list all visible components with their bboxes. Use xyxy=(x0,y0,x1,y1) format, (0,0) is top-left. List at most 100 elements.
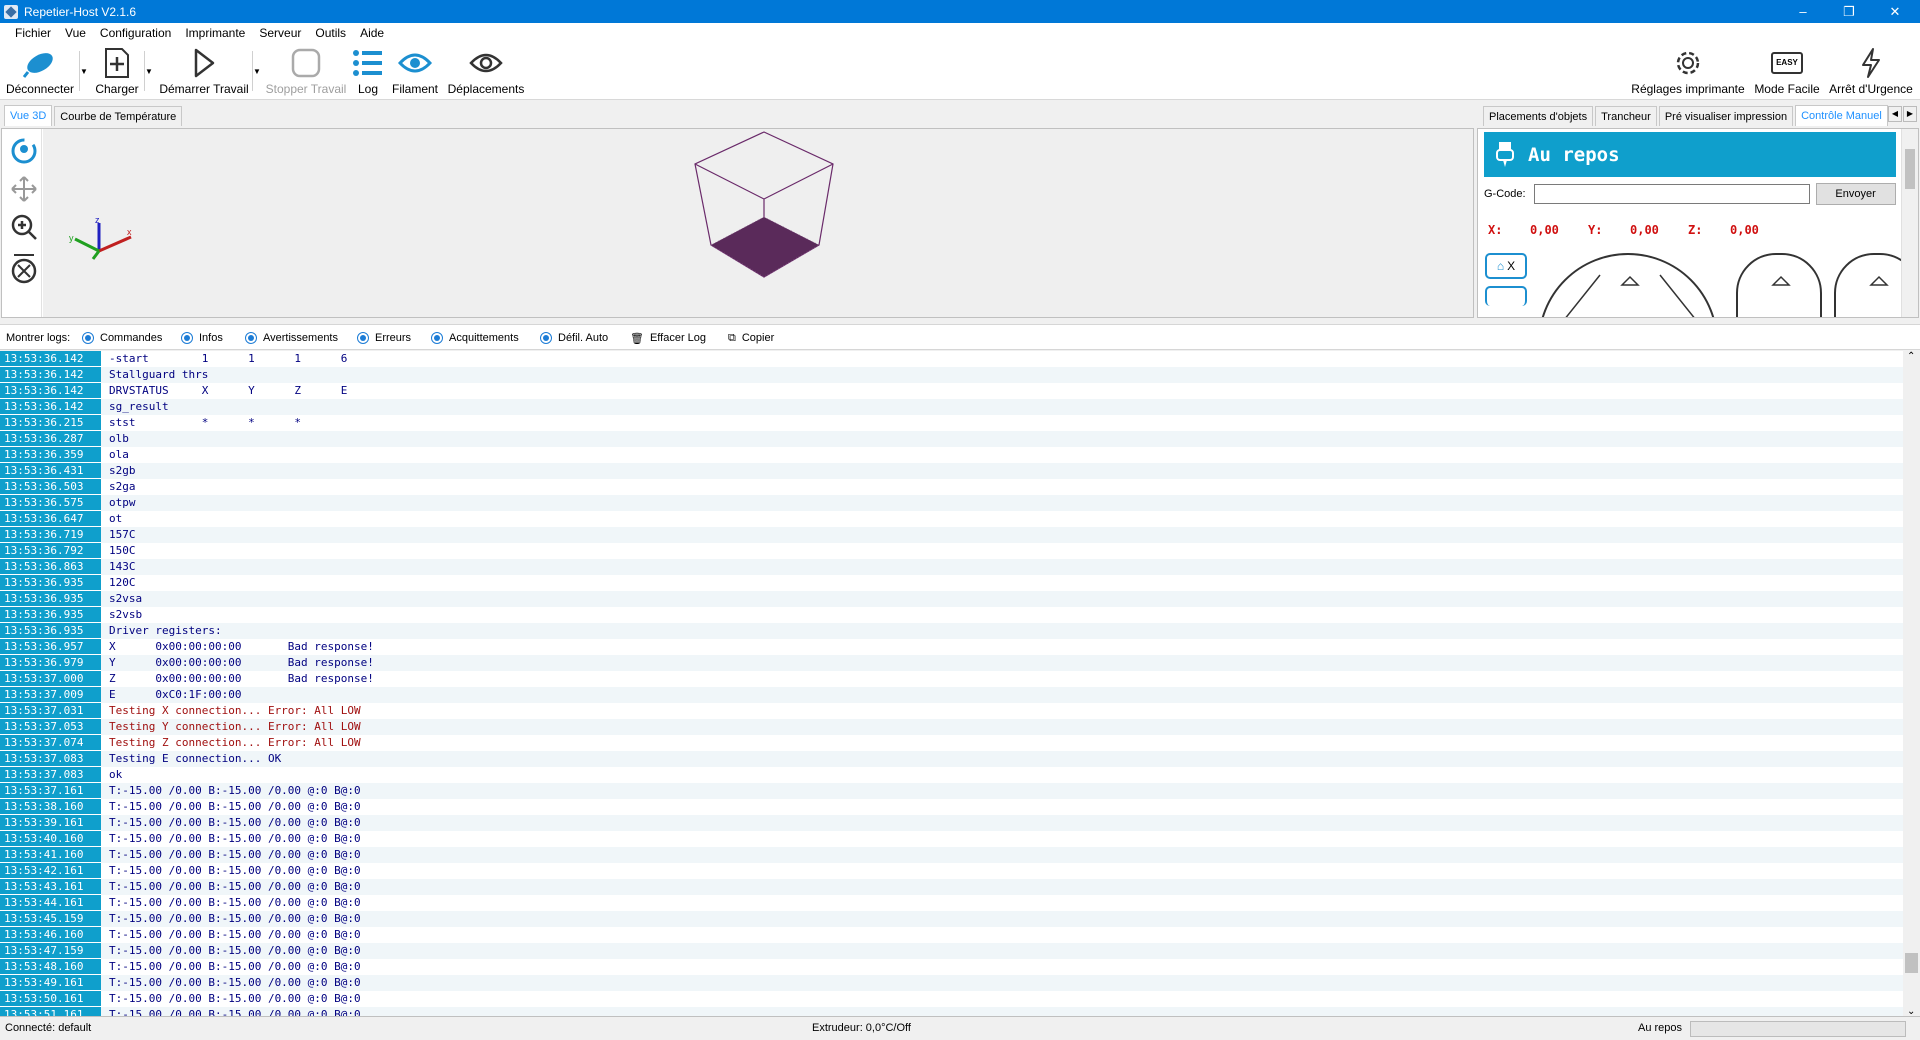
extruder-status: Extrudeur: 0,0°C/Off xyxy=(812,1022,911,1034)
log-message: T:-15.00 /0.00 B:-15.00 /0.00 @:0 B@:0 xyxy=(109,1008,361,1017)
toggle-errors[interactable]: Erreurs xyxy=(357,329,411,347)
moves-button[interactable]: Déplacements xyxy=(446,45,526,99)
log-message: DRVSTATUS X Y Z E xyxy=(109,384,348,397)
close-button[interactable]: ✕ xyxy=(1872,0,1918,23)
toggle-infos[interactable]: Infos xyxy=(181,329,223,347)
log-message: E 0xC0:1F:00:00 xyxy=(109,688,242,701)
emergency-stop-button[interactable]: Arrêt d'Urgence xyxy=(1828,45,1914,99)
log-row: 13:53:40.160 T:-15.00 /0.00 B:-15.00 /0.0… xyxy=(0,831,1903,847)
zoom-icon[interactable] xyxy=(10,213,38,244)
rotate-icon[interactable] xyxy=(10,137,38,168)
log-area[interactable]: 13:53:36.142 -start 1 1 1 6 13:53:36.142 St… xyxy=(0,351,1920,1017)
maximize-button[interactable]: ❐ xyxy=(1826,0,1872,23)
z-jog-pad[interactable] xyxy=(1736,253,1822,317)
start-job-button[interactable]: Démarrer Travail xyxy=(158,45,250,99)
tab-print-preview[interactable]: Pré visualiser impression xyxy=(1658,106,1794,126)
svg-text:y: y xyxy=(69,233,74,243)
log-timestamp: 13:53:50.161 xyxy=(0,991,101,1007)
log-message: sg_result xyxy=(109,400,169,413)
move-icon[interactable] xyxy=(10,175,38,206)
log-timestamp: 13:53:40.160 xyxy=(0,831,101,847)
fit-view-icon[interactable] xyxy=(10,253,38,288)
tab-scroll-right[interactable]: ▶ xyxy=(1903,106,1917,122)
stop-job-button[interactable]: Stopper Travail xyxy=(266,45,346,99)
log-message: T:-15.00 /0.00 B:-15.00 /0.00 @:0 B@:0 xyxy=(109,992,361,1005)
plug-icon xyxy=(23,45,57,81)
tab-scroll-left[interactable]: ◀ xyxy=(1888,106,1902,122)
toggle-commands[interactable]: Commandes xyxy=(82,329,162,347)
log-timestamp: 13:53:43.161 xyxy=(0,879,101,895)
clear-log-button[interactable]: 🗑 Effacer Log xyxy=(630,329,706,347)
easy-mode-button[interactable]: EASY Mode Facile xyxy=(1752,45,1822,99)
log-timestamp: 13:53:49.161 xyxy=(0,975,101,991)
log-row: 13:53:36.719 157C xyxy=(0,527,1903,543)
gcode-input[interactable] xyxy=(1533,184,1810,204)
log-scrollbar[interactable]: ⌃ ⌄ xyxy=(1903,351,1920,1016)
panel-tabstrip: Placements d'objets Trancheur Pré visual… xyxy=(1483,105,1890,126)
log-row: 13:53:49.161 T:-15.00 /0.00 B:-15.00 /0.0… xyxy=(0,975,1903,991)
log-message: 157C xyxy=(109,528,136,541)
log-timestamp: 13:53:36.575 xyxy=(0,495,101,511)
log-message: stst * * * xyxy=(109,416,302,429)
job-progress-bar xyxy=(1690,1021,1906,1037)
radio-icon xyxy=(245,332,257,344)
log-row: 13:53:46.160 T:-15.00 /0.00 B:-15.00 /0.0… xyxy=(0,927,1903,943)
panel-scrollbar[interactable] xyxy=(1901,129,1918,317)
menu-fichier[interactable]: Fichier xyxy=(8,26,58,40)
start-job-dropdown[interactable]: ▼ xyxy=(252,51,261,91)
menu-aide[interactable]: Aide xyxy=(353,26,391,40)
toggle-autoscroll[interactable]: Défil. Auto xyxy=(540,329,608,347)
tab-3d-view[interactable]: Vue 3D xyxy=(4,105,53,126)
position-readout: X: 0,00 Y: 0,00 Z: 0,00 xyxy=(1488,223,1888,237)
menu-imprimante[interactable]: Imprimante xyxy=(178,26,252,40)
list-icon xyxy=(352,45,384,81)
minimize-button[interactable]: – xyxy=(1780,0,1826,23)
filament-button[interactable]: Filament xyxy=(390,45,440,99)
copy-log-button[interactable]: ⧉ Copier xyxy=(728,329,774,347)
view-log-splitter[interactable] xyxy=(0,319,1920,323)
home-y-button[interactable] xyxy=(1485,286,1527,306)
toggle-acks[interactable]: Acquittements xyxy=(431,329,519,347)
x-label: X: xyxy=(1488,223,1503,237)
log-row: 13:53:36.575 otpw xyxy=(0,495,1903,511)
eye-icon xyxy=(398,45,432,81)
3d-canvas[interactable]: y x z xyxy=(43,129,1473,317)
menu-vue[interactable]: Vue xyxy=(58,26,93,40)
xy-jog-pad[interactable] xyxy=(1538,253,1718,317)
window-title: Repetier-Host V2.1.6 xyxy=(24,4,137,19)
gcode-row: G-Code: Envoyer xyxy=(1484,182,1914,206)
log-timestamp: 13:53:36.935 xyxy=(0,575,101,591)
log-message: T:-15.00 /0.00 B:-15.00 /0.00 @:0 B@:0 xyxy=(109,928,361,941)
menu-configuration[interactable]: Configuration xyxy=(93,26,178,40)
load-dropdown[interactable]: ▼ xyxy=(144,51,153,91)
log-row: 13:53:37.053 Testing Y connection... Erro… xyxy=(0,719,1903,735)
log-row: 13:53:45.159 T:-15.00 /0.00 B:-15.00 /0.0… xyxy=(0,911,1903,927)
tab-temperature-curve[interactable]: Courbe de Température xyxy=(54,106,183,126)
log-message: T:-15.00 /0.00 B:-15.00 /0.00 @:0 B@:0 xyxy=(109,800,361,813)
scroll-down-icon[interactable]: ⌄ xyxy=(1907,1006,1915,1016)
log-button[interactable]: Log xyxy=(352,45,384,99)
log-timestamp: 13:53:51.161 xyxy=(0,1007,101,1016)
log-message: X 0x00:00:00:00 Bad response! xyxy=(109,640,374,653)
menu-serveur[interactable]: Serveur xyxy=(252,26,308,40)
disconnect-dropdown[interactable]: ▼ xyxy=(79,51,88,91)
easy-mode-icon: EASY xyxy=(1771,45,1803,81)
load-button[interactable]: Charger xyxy=(92,45,142,99)
tab-object-placement[interactable]: Placements d'objets xyxy=(1483,106,1594,126)
home-x-button[interactable]: ⌂ X xyxy=(1485,253,1527,279)
menu-outils[interactable]: Outils xyxy=(308,26,353,40)
radio-icon xyxy=(431,332,443,344)
disconnect-button[interactable]: Déconnecter xyxy=(4,45,76,99)
stop-icon xyxy=(290,45,322,81)
printer-settings-button[interactable]: Réglages imprimante xyxy=(1628,45,1748,99)
toggle-warnings[interactable]: Avertissements xyxy=(245,329,338,347)
log-row: 13:53:36.431 s2gb xyxy=(0,463,1903,479)
menu-bar: Fichier Vue Configuration Imprimante Ser… xyxy=(0,23,1920,43)
view-toolbar xyxy=(2,129,42,317)
log-row: 13:53:36.935 Driver registers: xyxy=(0,623,1903,639)
send-button[interactable]: Envoyer xyxy=(1815,183,1896,205)
tab-slicer[interactable]: Trancheur xyxy=(1595,106,1657,126)
tab-manual-control[interactable]: Contrôle Manuel xyxy=(1795,105,1888,126)
scroll-up-icon[interactable]: ⌃ xyxy=(1907,351,1915,362)
log-timestamp: 13:53:36.935 xyxy=(0,607,101,623)
